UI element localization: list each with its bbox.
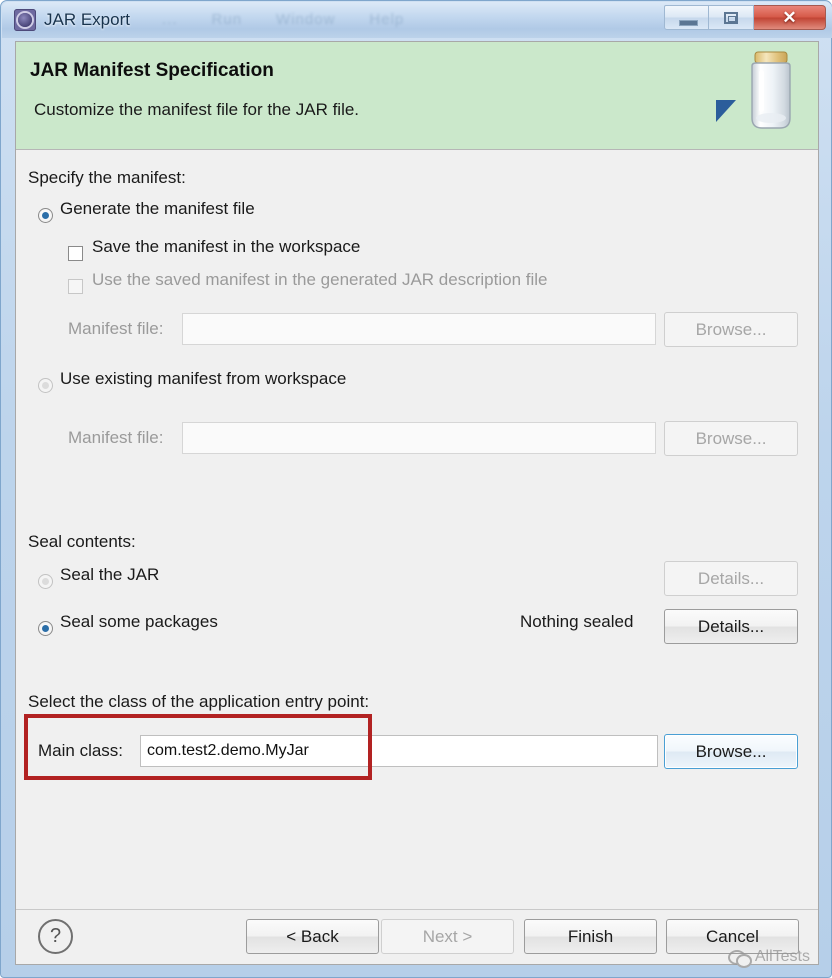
minimize-icon (679, 20, 698, 26)
jar-export-icon (14, 9, 36, 31)
radio-seal-the-jar[interactable] (38, 574, 53, 589)
checkbox-save-manifest-workspace-label[interactable]: Save the manifest in the workspace (92, 237, 360, 257)
window-title: JAR Export (44, 10, 130, 29)
radio-seal-the-jar-label[interactable]: Seal the JAR (60, 565, 159, 585)
ghost-menu-item-3: Help (369, 11, 405, 28)
seal-packages-details-button[interactable]: Details... (664, 609, 798, 644)
wizard-footer: ? < Back Next > Finish Cancel AllTests (16, 910, 818, 968)
ghost-menu-item-0: ... (162, 11, 178, 28)
radio-seal-some-packages-label[interactable]: Seal some packages (60, 612, 218, 632)
manifest-file-input-2 (182, 422, 656, 454)
window-controls: ✕ (664, 5, 826, 30)
seal-jar-details-button: Details... (664, 561, 798, 596)
manifest-file-input-1 (182, 313, 656, 345)
minimize-button[interactable] (664, 5, 709, 30)
close-button[interactable]: ✕ (754, 5, 826, 30)
maximize-icon (724, 12, 738, 24)
radio-generate-manifest-label[interactable]: Generate the manifest file (60, 199, 255, 219)
checkbox-save-manifest-workspace[interactable] (68, 246, 83, 261)
ghost-menu-item-2: Window (276, 11, 336, 28)
seal-contents-group-label: Seal contents: (28, 532, 136, 551)
main-class-browse-button[interactable]: Browse... (664, 734, 798, 769)
entry-point-group-label: Select the class of the application entr… (28, 692, 370, 711)
specify-manifest-group-label: Specify the manifest: (28, 168, 186, 187)
manifest-browse-button-1: Browse... (664, 312, 798, 347)
page-title: JAR Manifest Specification (30, 60, 274, 81)
radio-use-existing-manifest-label[interactable]: Use existing manifest from workspace (60, 369, 346, 389)
blue-arrow-icon (716, 100, 736, 122)
manifest-file-label-2: Manifest file: (68, 428, 164, 447)
help-icon[interactable]: ? (38, 919, 73, 954)
checkbox-use-saved-manifest-label: Use the saved manifest in the generated … (92, 270, 548, 289)
dialog-body: JAR Manifest Specification Customize the… (15, 41, 819, 968)
maximize-button[interactable] (709, 5, 754, 30)
cancel-button[interactable]: Cancel (666, 919, 799, 954)
main-class-label: Main class: (38, 741, 124, 760)
radio-seal-some-packages[interactable] (38, 621, 53, 636)
wizard-header: JAR Manifest Specification Customize the… (16, 42, 818, 150)
ghost-menu-item-1: Run (211, 11, 243, 28)
close-icon: ✕ (782, 7, 797, 27)
manifest-browse-button-2: Browse... (664, 421, 798, 456)
radio-use-existing-manifest[interactable] (38, 378, 53, 393)
checkbox-use-saved-manifest (68, 279, 83, 294)
jar-jar-illustration-icon (751, 51, 791, 129)
manifest-file-label-1: Manifest file: (68, 319, 164, 338)
title-bar[interactable]: ... Run Window Help JAR Export ✕ (2, 2, 832, 38)
background-menu-ghost: ... Run Window Help (162, 11, 438, 28)
seal-status-text: Nothing sealed (520, 612, 634, 631)
wizard-content: Specify the manifest: Generate the manif… (16, 150, 818, 910)
page-subtitle: Customize the manifest file for the JAR … (34, 100, 360, 119)
jar-export-window: ... Run Window Help JAR Export ✕ JAR Manife… (0, 0, 832, 978)
back-button[interactable]: < Back (246, 919, 379, 954)
radio-generate-manifest[interactable] (38, 208, 53, 223)
finish-button[interactable]: Finish (524, 919, 657, 954)
main-class-input[interactable]: com.test2.demo.MyJar (140, 735, 658, 767)
next-button: Next > (381, 919, 514, 954)
